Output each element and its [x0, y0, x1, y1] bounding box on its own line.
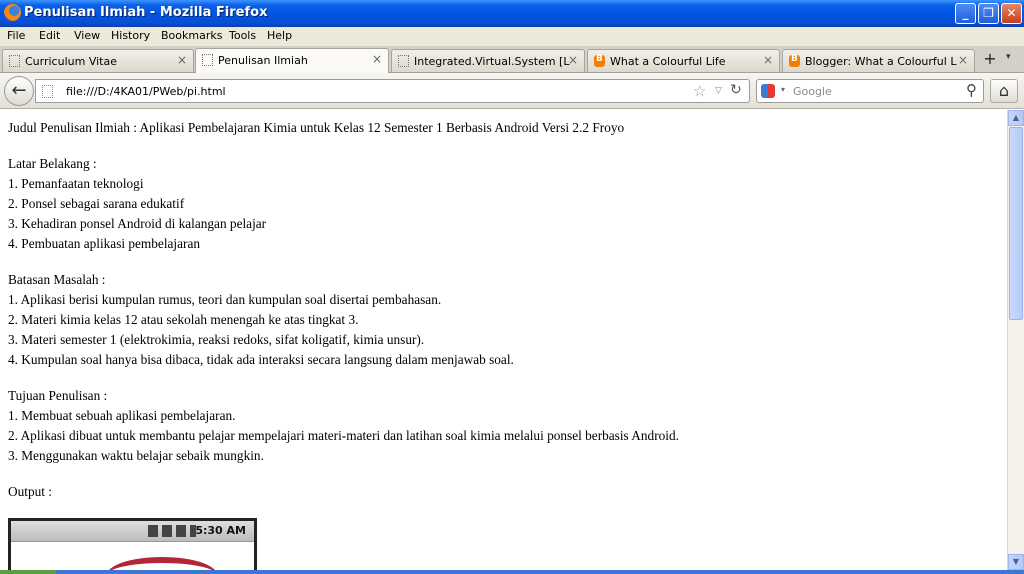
- menu-file[interactable]: File: [7, 29, 25, 42]
- minimize-button[interactable]: _: [955, 3, 976, 24]
- back-button[interactable]: ←: [4, 76, 34, 106]
- scroll-up-arrow[interactable]: ▲: [1008, 110, 1024, 126]
- reload-icon[interactable]: ↻: [730, 82, 742, 98]
- menu-history[interactable]: History: [111, 29, 150, 42]
- scroll-down-arrow[interactable]: ▼: [1008, 554, 1024, 570]
- blank-page-icon: [9, 55, 20, 67]
- tab-curriculum-vitae[interactable]: Curriculum Vitae ×: [2, 49, 194, 72]
- blogger-icon: [594, 54, 605, 67]
- scrollbar-thumb[interactable]: [1009, 127, 1023, 320]
- section-heading: Tujuan Penulisan :: [8, 388, 108, 403]
- tab-penulisan-ilmiah[interactable]: Penulisan Ilmiah ×: [195, 48, 389, 73]
- list-item: 2. Aplikasi dibuat untuk membantu pelaja…: [8, 428, 679, 443]
- list-item: 2. Materi kimia kelas 12 atau sekolah me…: [8, 312, 359, 327]
- window-title: Penulisan Ilmiah - Mozilla Firefox: [24, 5, 268, 20]
- url-text[interactable]: file:///D:/4KA01/PWeb/pi.html: [66, 85, 226, 98]
- phone-clock: 5:30 AM: [195, 524, 246, 537]
- list-item: 4. Kumpulan soal hanya bisa dibaca, tida…: [8, 352, 514, 367]
- tab-close-icon[interactable]: ×: [763, 53, 773, 67]
- navigation-toolbar: ← file:///D:/4KA01/PWeb/pi.html ☆ ▽ ↻ ▾ …: [0, 73, 1024, 109]
- tab-integrated-virtual-system[interactable]: Integrated.Virtual.System [Lo... ×: [391, 49, 585, 72]
- blank-page-icon: [398, 55, 409, 67]
- menu-bookmarks[interactable]: Bookmarks: [161, 29, 222, 42]
- glasses-graphic: [107, 557, 217, 570]
- page-title: Judul Penulisan Ilmiah : Aplikasi Pembel…: [8, 120, 625, 135]
- section-heading: Batasan Masalah :: [8, 272, 106, 287]
- list-item: 2. Ponsel sebagai sarana edukatif: [8, 196, 185, 211]
- tab-label: What a Colourful Life: [610, 55, 726, 68]
- app-screenshot-image: 5:30 AM: [8, 518, 257, 570]
- url-bar[interactable]: file:///D:/4KA01/PWeb/pi.html ☆ ▽ ↻: [35, 79, 750, 103]
- blank-page-icon: [202, 54, 213, 66]
- tab-close-icon[interactable]: ×: [372, 52, 382, 66]
- section-tujuan-penulisan: Tujuan Penulisan : 1. Membuat sebuah apl…: [8, 386, 679, 466]
- tab-blogger-what-a-colourful-life[interactable]: Blogger: What a Colourful Lif... ×: [782, 49, 975, 72]
- taskbar-edge: [0, 570, 1024, 574]
- close-window-button[interactable]: ✕: [1001, 3, 1022, 24]
- menu-bar: File Edit View History Bookmarks Tools H…: [0, 27, 1024, 46]
- menu-tools[interactable]: Tools: [229, 29, 256, 42]
- window-title-bar[interactable]: Penulisan Ilmiah - Mozilla Firefox _ ❐ ✕: [0, 0, 1024, 27]
- list-item: 4. Pembuatan aplikasi pembelajaran: [8, 236, 200, 251]
- vertical-scrollbar[interactable]: ▲ ▼: [1007, 110, 1024, 570]
- list-item: 3. Kehadiran ponsel Android di kalangan …: [8, 216, 267, 231]
- search-icon[interactable]: ⚲: [966, 81, 977, 99]
- url-history-dropdown-icon[interactable]: ▽: [715, 86, 722, 96]
- phone-status-bar: 5:30 AM: [11, 521, 254, 542]
- tab-label: Penulisan Ilmiah: [218, 54, 308, 67]
- page-identity-icon[interactable]: [42, 85, 53, 98]
- search-input[interactable]: Google: [793, 85, 832, 98]
- section-batasan-masalah: Batasan Masalah : 1. Aplikasi berisi kum…: [8, 270, 514, 370]
- tab-strip: Curriculum Vitae × Penulisan Ilmiah × In…: [0, 46, 1024, 73]
- firefox-logo-icon: [4, 4, 21, 21]
- section-heading: Latar Belakang :: [8, 156, 97, 171]
- search-engine-dropdown-icon[interactable]: ▾: [781, 85, 785, 94]
- tab-label: Curriculum Vitae: [25, 55, 117, 68]
- bookmark-star-icon[interactable]: ☆: [693, 82, 706, 100]
- page-content: Judul Penulisan Ilmiah : Aplikasi Pembel…: [0, 110, 1007, 570]
- section-latar-belakang: Latar Belakang : 1. Pemanfaatan teknolog…: [8, 154, 266, 254]
- google-engine-icon[interactable]: [761, 84, 775, 98]
- maximize-button[interactable]: ❐: [978, 3, 999, 24]
- list-item: 3. Menggunakan waktu belajar sebaik mung…: [8, 448, 264, 463]
- list-item: 1. Aplikasi berisi kumpulan rumus, teori…: [8, 292, 442, 307]
- tab-label: Integrated.Virtual.System [Lo...: [414, 55, 570, 68]
- tab-close-icon[interactable]: ×: [177, 53, 187, 67]
- menu-view[interactable]: View: [74, 29, 100, 42]
- search-bar[interactable]: ▾ Google ⚲: [756, 79, 984, 103]
- blogger-icon: [789, 54, 800, 67]
- new-tab-button[interactable]: +: [979, 49, 1001, 70]
- menu-help[interactable]: Help: [267, 29, 292, 42]
- tab-list-dropdown-icon[interactable]: ▾: [1006, 52, 1011, 62]
- tab-close-icon[interactable]: ×: [568, 53, 578, 67]
- tab-label: Blogger: What a Colourful Lif...: [805, 55, 957, 68]
- home-button[interactable]: ⌂: [990, 79, 1018, 103]
- output-label: Output :: [8, 484, 52, 499]
- tab-what-a-colourful-life[interactable]: What a Colourful Life ×: [587, 49, 780, 72]
- list-item: 1. Membuat sebuah aplikasi pembelajaran.: [8, 408, 236, 423]
- list-item: 3. Materi semester 1 (elektrokimia, reak…: [8, 332, 425, 347]
- tab-close-icon[interactable]: ×: [958, 53, 968, 67]
- list-item: 1. Pemanfaatan teknologi: [8, 176, 144, 191]
- menu-edit[interactable]: Edit: [39, 29, 60, 42]
- signal-battery-icon: [148, 525, 196, 537]
